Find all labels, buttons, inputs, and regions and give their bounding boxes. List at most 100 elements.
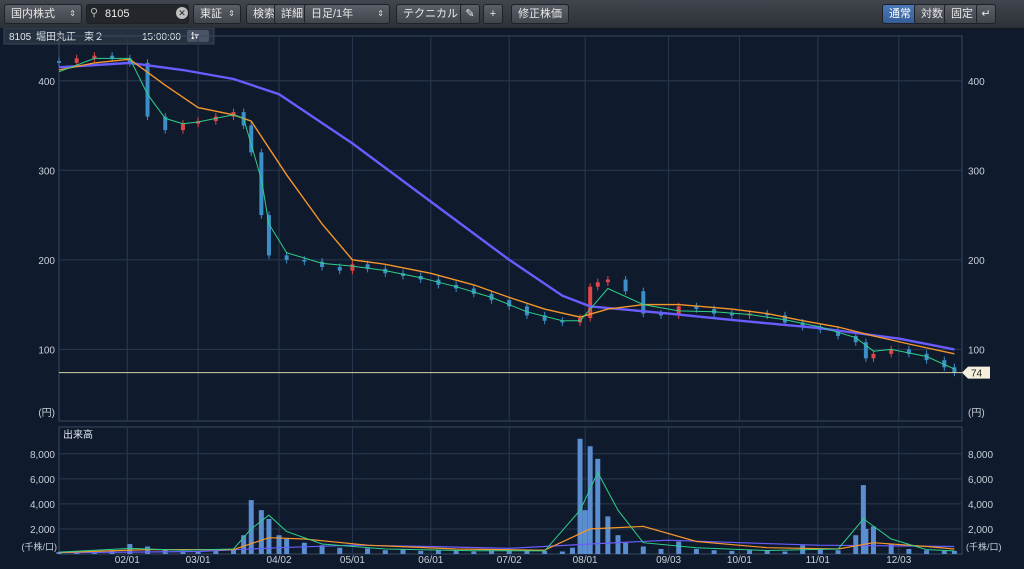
exchange-select-label: 東証 — [200, 8, 222, 20]
volume-tick-label-right: 2,000 — [968, 525, 993, 536]
return-button[interactable]: ↵ — [976, 4, 996, 24]
ma-long-line — [58, 61, 955, 351]
volume-bar — [729, 550, 735, 554]
candle-body — [623, 279, 628, 292]
volume-bar — [577, 438, 583, 554]
volume-bar — [747, 550, 753, 554]
scale-fixed-button[interactable]: 固定 — [944, 4, 980, 24]
y-tick-label-right: 100 — [968, 345, 985, 356]
exchange-select[interactable]: 東証 ⇕ — [193, 4, 241, 24]
volume-bars — [56, 438, 957, 554]
volume-bar — [382, 550, 388, 554]
y-tick-label-right: 300 — [968, 166, 985, 177]
candle-body — [180, 123, 185, 131]
ma-mid-line — [58, 58, 955, 355]
price-unit-left: (円) — [38, 408, 55, 419]
volume-unit-left: (千株/口) — [22, 541, 58, 552]
candle-body — [350, 264, 355, 271]
price-panel-frame — [58, 35, 963, 422]
y-tick-label-left: 100 — [38, 345, 55, 356]
crosshair-icon: + — [489, 8, 497, 20]
candle-body — [259, 152, 264, 216]
volume-bar — [711, 550, 717, 554]
volume-bar — [615, 535, 621, 554]
market-select-label: 国内株式 — [11, 8, 55, 20]
candle-body — [605, 279, 610, 283]
volume-bar — [863, 528, 869, 554]
moving-average-lines: 74 — [58, 57, 990, 380]
y-tick-label-left: 200 — [38, 256, 55, 267]
volume-tick-label-left: 6,000 — [30, 475, 55, 486]
axis-labels: 02/01 03/01 04/02 05/01 06/01 07/02 08/01 09/03… — [22, 77, 1002, 566]
updown-caret-icon: ⇕ — [377, 9, 384, 18]
volume-bar — [284, 538, 290, 554]
candle-body — [320, 261, 325, 267]
scale-normal-button[interactable]: 通常 — [882, 4, 918, 24]
volume-bar — [941, 550, 947, 554]
period-select[interactable]: 日足/1年 ⇕ — [304, 4, 390, 24]
volume-bar — [835, 550, 841, 554]
volume-bar — [951, 550, 957, 554]
current-price-label: 74 — [971, 369, 983, 380]
market-select[interactable]: 国内株式 ⇕ — [4, 4, 82, 24]
volume-bar — [400, 549, 406, 554]
x-tick-label: 11/01 — [806, 555, 831, 566]
x-tick-label: 07/02 — [497, 555, 522, 566]
volume-bar — [764, 550, 770, 554]
volume-panel-frame — [58, 426, 963, 555]
volume-tick-label-right: 6,000 — [968, 475, 993, 486]
volume-bar — [337, 547, 343, 554]
volume-unit-right: (千株/口) — [966, 541, 1002, 552]
toolbar: 国内株式 ⇕ ⚲ ✕ 東証 ⇕ 検索 詳細 日足/1年 ⇕ テクニカル ✎ + … — [0, 0, 1024, 29]
volume-bar — [435, 550, 441, 554]
volume-tick-label-right: 4,000 — [968, 500, 993, 511]
volume-bar — [853, 535, 859, 554]
stock-time: 15:00:00 — [142, 32, 181, 43]
adjusted-price-button[interactable]: 修正株価 — [511, 4, 569, 24]
volume-average-lines — [58, 471, 955, 554]
volume-bar — [365, 548, 371, 554]
volume-tick-label-left: 2,000 — [30, 525, 55, 536]
draw-pencil-button[interactable]: ✎ — [460, 4, 480, 24]
x-tick-label: 02/01 — [115, 555, 140, 566]
search-icon: ⚲ — [90, 7, 99, 19]
x-tick-label: 10/01 — [727, 555, 752, 566]
volume-bar — [605, 516, 611, 554]
volume-bar — [906, 548, 912, 554]
volume-bar — [640, 546, 646, 554]
candle-body — [595, 282, 600, 287]
price-grid — [59, 36, 962, 421]
volume-bar — [471, 551, 477, 554]
volume-bar — [587, 446, 593, 554]
volume-grid — [59, 427, 962, 554]
x-tick-label: 12/03 — [886, 555, 911, 566]
volume-bar — [569, 547, 575, 554]
volume-bar — [258, 510, 264, 554]
candle-body — [871, 353, 876, 359]
volume-bar — [693, 548, 699, 554]
volume-bar — [623, 542, 629, 554]
updown-caret-icon: ⇕ — [228, 9, 235, 18]
search-input[interactable] — [86, 4, 189, 24]
volume-bar — [782, 551, 788, 554]
volume-bar — [817, 549, 823, 554]
candle-body — [729, 313, 734, 316]
x-tick-label: 06/01 — [418, 555, 443, 566]
candle-body — [284, 255, 289, 260]
x-tick-label: 05/01 — [340, 555, 365, 566]
x-tick-label: 09/03 — [656, 555, 681, 566]
volume-tick-label-left: 4,000 — [30, 500, 55, 511]
technical-button[interactable]: テクニカル — [396, 4, 465, 24]
candle-body — [57, 61, 61, 63]
volume-label: 出来高 — [63, 428, 93, 441]
y-tick-label-left: 400 — [38, 77, 55, 88]
candle-body — [74, 58, 79, 63]
volume-bar — [658, 548, 664, 554]
volume-bar — [418, 550, 424, 554]
clear-icon[interactable]: ✕ — [176, 7, 188, 19]
crosshair-button[interactable]: + — [483, 4, 503, 24]
x-tick-label: 03/01 — [186, 555, 211, 566]
stock-chart: 8105 堀田丸正 東２ 15:00:00 ℹ▾ 74 02/01 03/01 04… — [3, 28, 1002, 566]
candle-body — [302, 259, 307, 262]
y-tick-label-right: 400 — [968, 77, 985, 88]
